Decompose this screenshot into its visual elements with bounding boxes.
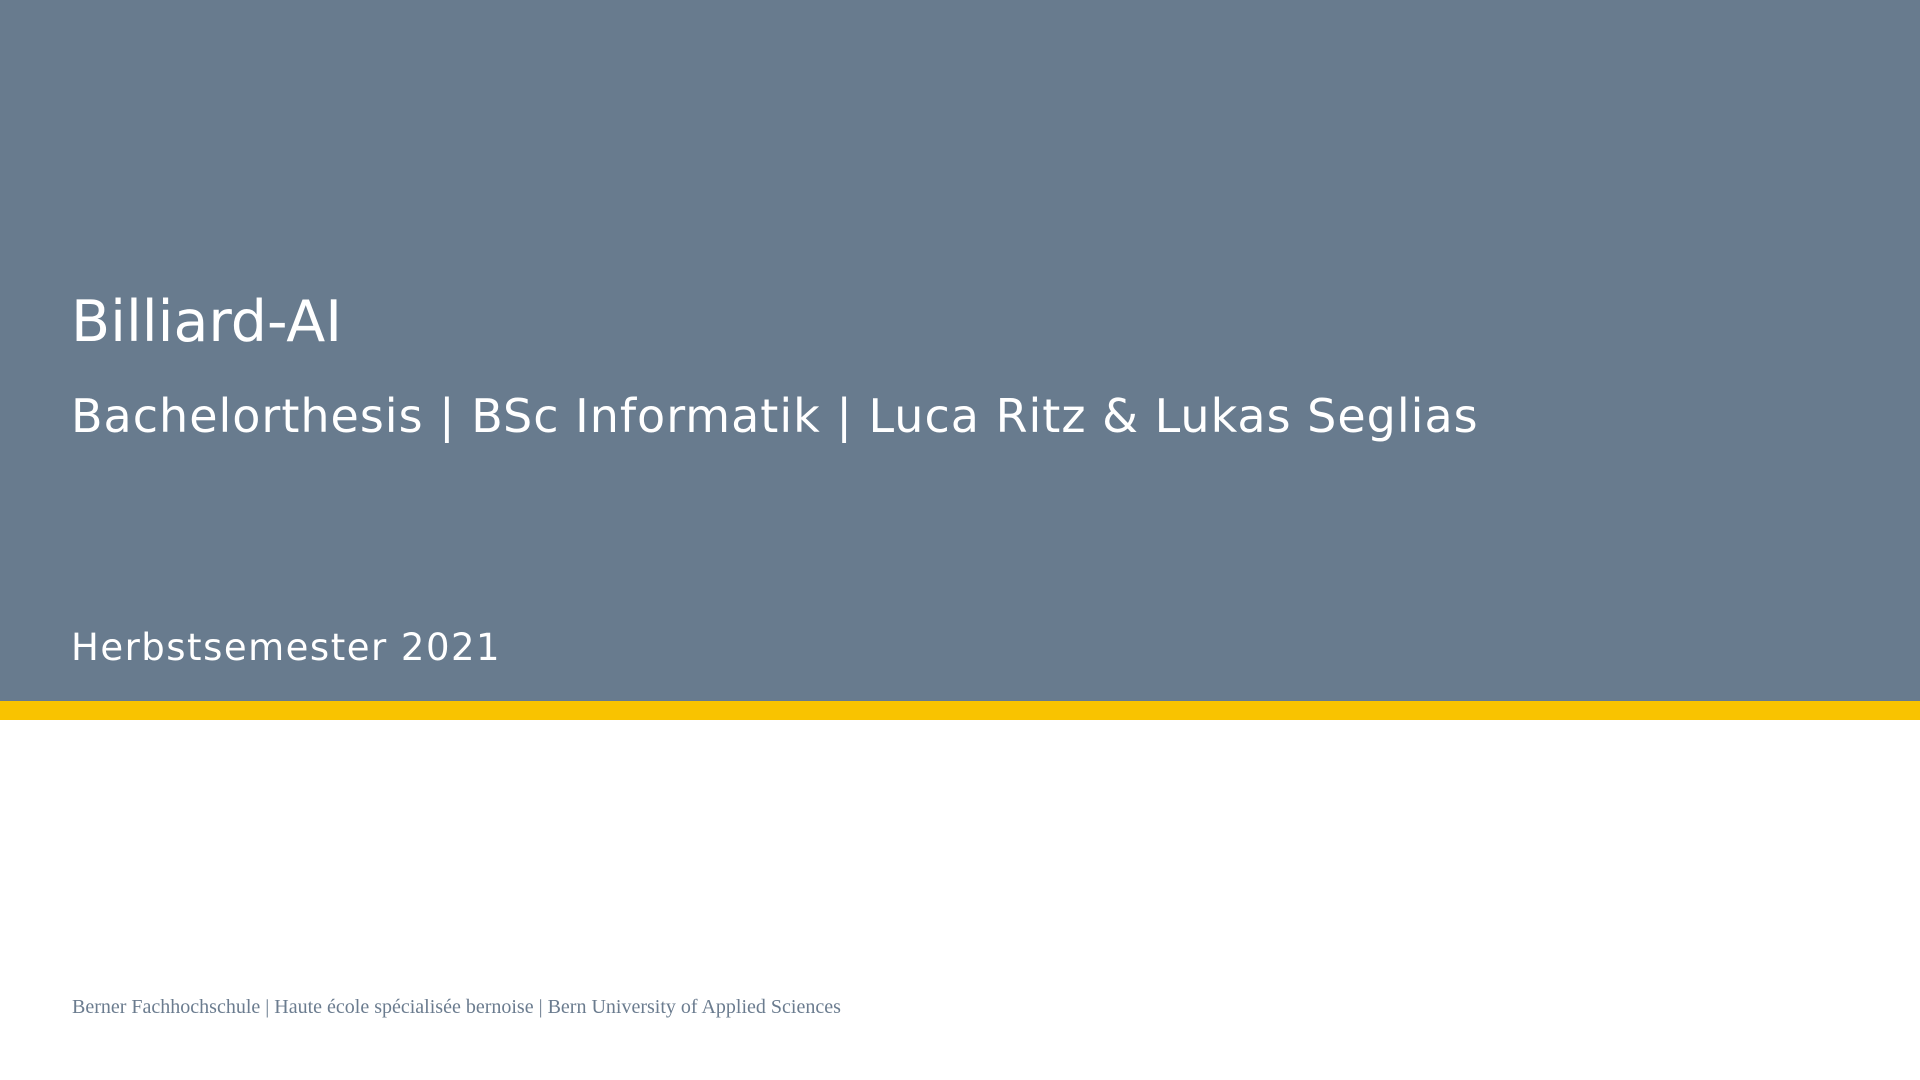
accent-bar (0, 701, 1920, 720)
title-banner: Billiard-AI Bachelorthesis | BSc Informa… (0, 0, 1920, 701)
institution-footer: Berner Fachhochschule | Haute école spéc… (72, 996, 841, 1018)
slide-subtitle: Bachelorthesis | BSc Informatik | Luca R… (71, 389, 1479, 443)
semester-label: Herbstsemester 2021 (71, 626, 502, 669)
slide-title: Billiard-AI (71, 289, 343, 355)
presentation-slide: Billiard-AI Bachelorthesis | BSc Informa… (0, 0, 1920, 1080)
